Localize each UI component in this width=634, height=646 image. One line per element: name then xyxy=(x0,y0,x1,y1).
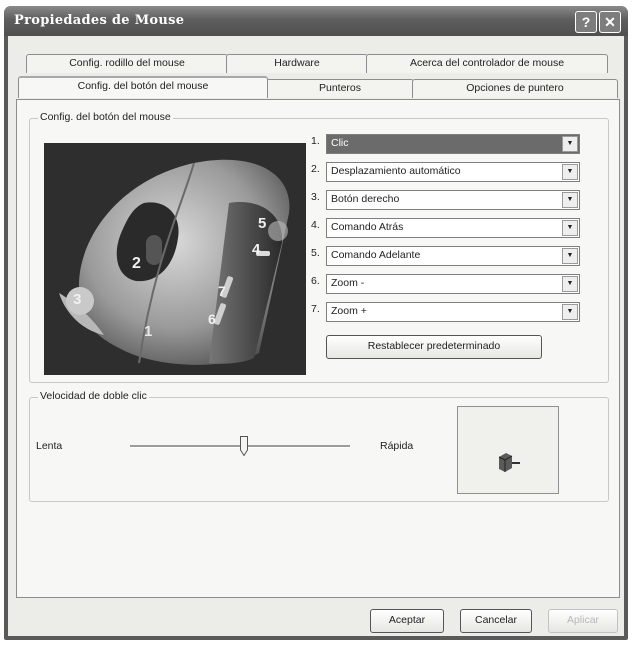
tab-opciones-puntero[interactable]: Opciones de puntero xyxy=(412,79,618,98)
assignment-number: 4. xyxy=(311,219,320,231)
help-button[interactable]: ? xyxy=(575,11,597,33)
mouse-label-6: 6 xyxy=(208,311,216,327)
tab-hardware[interactable]: Hardware xyxy=(226,54,368,73)
assignment-number: 7. xyxy=(311,303,320,315)
chevron-down-icon[interactable]: ▼ xyxy=(562,304,578,320)
chevron-down-icon[interactable]: ▼ xyxy=(562,192,578,208)
button-2-select[interactable]: Desplazamiento automático ▼ xyxy=(326,162,580,182)
button-config-group: Config. del botón del mouse 1 2 3 4 5 6 … xyxy=(29,111,609,383)
group-label: Config. del botón del mouse xyxy=(38,111,173,123)
select-value: Zoom - xyxy=(331,277,365,289)
ok-button[interactable]: Aceptar xyxy=(370,609,444,633)
assignment-number: 6. xyxy=(311,275,320,287)
help-icon: ? xyxy=(581,14,591,30)
button-5-select[interactable]: Comando Adelante ▼ xyxy=(326,246,580,266)
button-6-select[interactable]: Zoom - ▼ xyxy=(326,274,580,294)
select-value: Clic xyxy=(331,137,349,149)
chevron-down-icon[interactable]: ▼ xyxy=(562,248,578,264)
test-box-icon xyxy=(498,453,520,472)
title-bar[interactable]: Propiedades de Mouse ? ✕ xyxy=(4,6,628,36)
apply-button: Aplicar xyxy=(548,609,618,633)
assignment-number: 1. xyxy=(311,135,320,147)
assignment-number: 2. xyxy=(311,163,320,175)
dialog-client-area: Config. rodillo del mouse Hardware Acerc… xyxy=(8,36,624,636)
mouse-image: 1 2 3 4 5 6 7 xyxy=(44,143,306,375)
tab-acerca-controlador[interactable]: Acerca del controlador de mouse xyxy=(366,54,608,73)
select-value: Botón derecho xyxy=(331,193,400,205)
tab-label: Punteros xyxy=(318,82,362,94)
button-1-select[interactable]: Clic ▼ xyxy=(326,134,580,154)
mouse-label-2: 2 xyxy=(132,255,141,272)
fast-label: Rápida xyxy=(380,440,414,452)
speed-slider-thumb[interactable] xyxy=(240,436,249,456)
double-click-test-area[interactable] xyxy=(457,406,559,494)
close-button[interactable]: ✕ xyxy=(599,11,621,33)
close-icon: ✕ xyxy=(604,14,616,30)
chevron-down-icon[interactable]: ▼ xyxy=(562,276,578,292)
assignment-number: 3. xyxy=(311,191,320,203)
chevron-down-icon[interactable]: ▼ xyxy=(562,220,578,236)
group-label: Velocidad de doble clic xyxy=(38,390,149,402)
chevron-down-icon[interactable]: ▼ xyxy=(562,136,578,152)
tab-label: Hardware xyxy=(274,57,320,69)
reset-defaults-button[interactable]: Restablecer predeterminado xyxy=(326,335,542,359)
select-value: Comando Adelante xyxy=(331,249,421,261)
window-title: Propiedades de Mouse xyxy=(14,13,185,28)
button-4-select[interactable]: Comando Atrás ▼ xyxy=(326,218,580,238)
tab-panel: Config. del botón del mouse 1 2 3 4 5 6 … xyxy=(16,99,620,598)
tab-label: Config. del botón del mouse xyxy=(77,80,209,92)
tab-config-rodillo[interactable]: Config. rodillo del mouse xyxy=(26,54,228,73)
mouse-label-7: 7 xyxy=(218,283,226,299)
tab-label: Config. rodillo del mouse xyxy=(69,57,185,69)
mouse-label-1: 1 xyxy=(144,323,153,340)
select-value: Desplazamiento automático xyxy=(331,165,461,177)
tab-label: Acerca del controlador de mouse xyxy=(409,57,565,69)
button-3-select[interactable]: Botón derecho ▼ xyxy=(326,190,580,210)
double-click-speed-group: Velocidad de doble clic Lenta Rápida xyxy=(29,390,609,502)
mouse-label-5: 5 xyxy=(258,215,267,232)
slow-label: Lenta xyxy=(36,440,63,452)
tab-label: Opciones de puntero xyxy=(466,82,564,94)
assignment-number: 5. xyxy=(311,247,320,259)
button-7-select[interactable]: Zoom + ▼ xyxy=(326,302,580,322)
select-value: Zoom + xyxy=(331,305,367,317)
mouse-properties-window: Propiedades de Mouse ? ✕ Config. rodillo… xyxy=(4,6,628,640)
mouse-label-3: 3 xyxy=(73,291,82,308)
chevron-down-icon[interactable]: ▼ xyxy=(562,164,578,180)
tab-punteros[interactable]: Punteros xyxy=(266,79,414,98)
select-value: Comando Atrás xyxy=(331,221,404,233)
cancel-button[interactable]: Cancelar xyxy=(460,609,532,633)
mouse-label-4: 4 xyxy=(252,241,261,258)
tab-config-boton[interactable]: Config. del botón del mouse xyxy=(18,76,268,98)
